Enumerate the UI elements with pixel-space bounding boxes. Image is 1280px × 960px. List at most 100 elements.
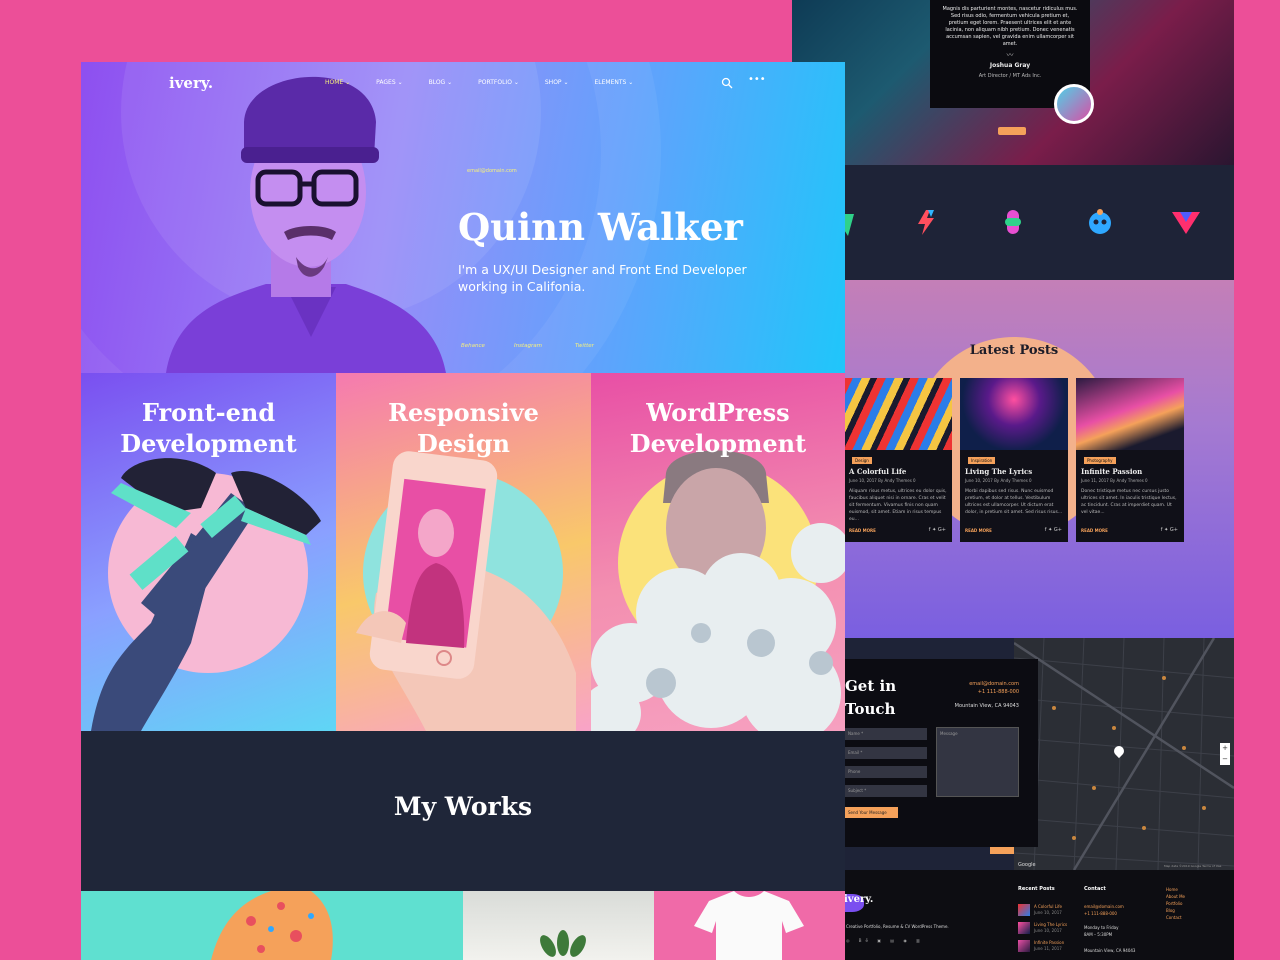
share-icons[interactable]: f ✦ G+: [1161, 527, 1178, 533]
post-meta: June 10, 2017 By Andy Themes 0: [965, 478, 1032, 483]
footer-hours-time: 8AM – 5:30PM: [1084, 932, 1113, 937]
footer-link-blog[interactable]: Blog: [1166, 908, 1175, 913]
zoom-in-button[interactable]: +: [1220, 743, 1230, 754]
footer-social-icons[interactable]: ◎ Bē ▣ ▤ ◉ ▥: [846, 938, 924, 943]
contact-email[interactable]: email@domain.com: [945, 681, 1019, 687]
recent-post-thumb[interactable]: [1018, 922, 1030, 934]
contact-phone[interactable]: +1 111-888-000: [945, 689, 1019, 695]
recent-post-date: June 10, 2017: [1034, 910, 1062, 915]
nav-shop[interactable]: SHOP ⌄: [545, 79, 569, 86]
recent-post-title[interactable]: A Colorful Life: [1034, 904, 1062, 909]
more-icon[interactable]: •••: [748, 74, 766, 85]
front-page-preview: ivery. HOME ⌄ PAGES ⌄ BLOG ⌄ PORTFOLIO ⌄…: [81, 62, 845, 960]
hero-section: ivery. HOME ⌄ PAGES ⌄ BLOG ⌄ PORTFOLIO ⌄…: [81, 62, 845, 373]
share-icons[interactable]: f ✦ G+: [1045, 527, 1062, 533]
works-gallery: [81, 891, 845, 960]
gallery-item[interactable]: [654, 891, 845, 960]
share-icons[interactable]: f ✦ G+: [929, 527, 946, 533]
post-title[interactable]: Living The Lyrics: [965, 467, 1032, 476]
twitter-link[interactable]: Twitter: [575, 343, 594, 349]
post-excerpt: Morbi dapibus sed risus. Nunc euismod pr…: [965, 489, 1063, 515]
search-icon[interactable]: [721, 77, 733, 89]
contact-heading: Contact: [1084, 886, 1106, 892]
skull-logo-icon: [1089, 209, 1111, 234]
footer-email[interactable]: email@domain.com: [1084, 904, 1124, 909]
client-logos: [792, 165, 1234, 280]
recent-post-thumb[interactable]: [1018, 904, 1030, 916]
post-tag: Inspiration: [968, 457, 996, 464]
service-title-line1: WordPress: [646, 398, 790, 427]
footer-link-portfolio[interactable]: Portfolio: [1166, 901, 1182, 906]
map-credit[interactable]: Map data ©2019 Google Terms of Use: [1164, 864, 1221, 868]
instagram-link[interactable]: Instagram: [514, 343, 542, 349]
gallery-image-tshirt: [694, 891, 804, 960]
subject-field[interactable]: Subject *: [845, 785, 927, 797]
post-card[interactable]: Design A Colorful Life June 10, 2017 By …: [844, 378, 952, 542]
service-title-line1: Responsive: [388, 398, 539, 427]
service-title-line2: Development: [120, 429, 297, 458]
email-field[interactable]: Email *: [845, 747, 927, 759]
footer-link-contact[interactable]: Contact: [1166, 915, 1182, 920]
service-title: Responsive Design: [336, 397, 591, 459]
footer-phone[interactable]: +1 111-888-000: [1084, 911, 1117, 916]
map-zoom-controls[interactable]: + −: [1220, 743, 1230, 765]
nav-home-label: HOME: [325, 79, 344, 86]
zoom-out-button[interactable]: −: [1220, 754, 1230, 765]
nav-elements-label: ELEMENTS: [594, 79, 627, 86]
post-meta: June 10, 2017 By Andy Themes 0: [849, 478, 916, 483]
behance-link[interactable]: Behance: [461, 343, 485, 349]
post-excerpt: Donec tristique metus nec cursus justo u…: [1081, 489, 1177, 515]
post-tag: Design: [852, 457, 872, 464]
name-field[interactable]: Name *: [845, 728, 927, 740]
post-title[interactable]: A Colorful Life: [849, 467, 906, 476]
testimonial-name: Joshua Gray: [989, 62, 1031, 69]
nav-portfolio-label: PORTFOLIO: [478, 79, 512, 86]
service-title-line2: Development: [629, 429, 807, 458]
recent-post-title[interactable]: Living The Lyrics: [1034, 922, 1067, 927]
nav-elements[interactable]: ELEMENTS ⌄: [595, 79, 634, 86]
post-meta: June 11, 2017 By Andy Themes 0: [1081, 478, 1148, 483]
testimonial-section: Magnis dis parturient montes, nascetur r…: [792, 0, 1234, 165]
chevron-down-icon: ⌄: [513, 79, 519, 86]
footer-link-about[interactable]: About Me: [1166, 894, 1185, 899]
message-field[interactable]: Message: [936, 727, 1019, 797]
chevron-down-icon: ⌄: [397, 79, 403, 86]
slider-dots[interactable]: [998, 127, 1026, 135]
contact-title-line2: Touch: [845, 700, 896, 718]
smoke-portrait-illustration: [591, 450, 845, 731]
nav-home[interactable]: HOME ⌄: [325, 79, 350, 86]
send-message-button[interactable]: Send Your Message: [845, 807, 898, 818]
gallery-item[interactable]: [81, 891, 463, 960]
recent-post-thumb[interactable]: [1018, 940, 1030, 952]
hero-email[interactable]: email@domain.com: [467, 168, 517, 174]
nav-blog[interactable]: BLOG ⌄: [429, 79, 453, 86]
footer-link-home[interactable]: Home: [1166, 887, 1178, 892]
read-more-link[interactable]: READ MORE: [1081, 528, 1108, 533]
squiggle-icon: 〰: [1006, 51, 1014, 59]
latest-posts-section: Latest Posts Design A Colorful Life June…: [844, 280, 1234, 854]
map[interactable]: + − Google Map data ©2019 Google Terms of…: [1014, 638, 1234, 870]
gallery-image-plant: [540, 930, 586, 957]
service-responsive[interactable]: Responsive Design: [336, 373, 591, 731]
gallery-item[interactable]: [463, 891, 654, 960]
service-frontend[interactable]: Front-end Development: [81, 373, 336, 731]
latest-posts-title: Latest Posts: [969, 343, 1059, 358]
post-card[interactable]: Inspiration Living The Lyrics June 10, 2…: [960, 378, 1068, 542]
post-title[interactable]: Infinite Passion: [1081, 467, 1142, 476]
read-more-link[interactable]: READ MORE: [965, 528, 992, 533]
nav-portfolio[interactable]: PORTFOLIO ⌄: [478, 79, 519, 86]
site-logo[interactable]: ivery.: [169, 74, 213, 92]
v-logo-icon: [1172, 212, 1200, 234]
read-more-link[interactable]: READ MORE: [849, 528, 876, 533]
recent-post-title[interactable]: Infinite Passion: [1034, 940, 1064, 945]
contact-address: Mountain View, CA 94043: [954, 703, 1019, 709]
phone-hand-illustration: [356, 451, 576, 731]
post-image: [844, 378, 952, 450]
chevron-down-icon: ⌄: [447, 79, 453, 86]
post-card[interactable]: Photography Infinite Passion June 11, 20…: [1076, 378, 1184, 542]
service-wordpress[interactable]: WordPress Development: [591, 373, 845, 731]
phone-field[interactable]: Phone: [845, 766, 927, 778]
service-title: Front-end Development: [81, 397, 336, 459]
nav-pages[interactable]: PAGES ⌄: [376, 79, 402, 86]
post-image: [1076, 378, 1184, 450]
